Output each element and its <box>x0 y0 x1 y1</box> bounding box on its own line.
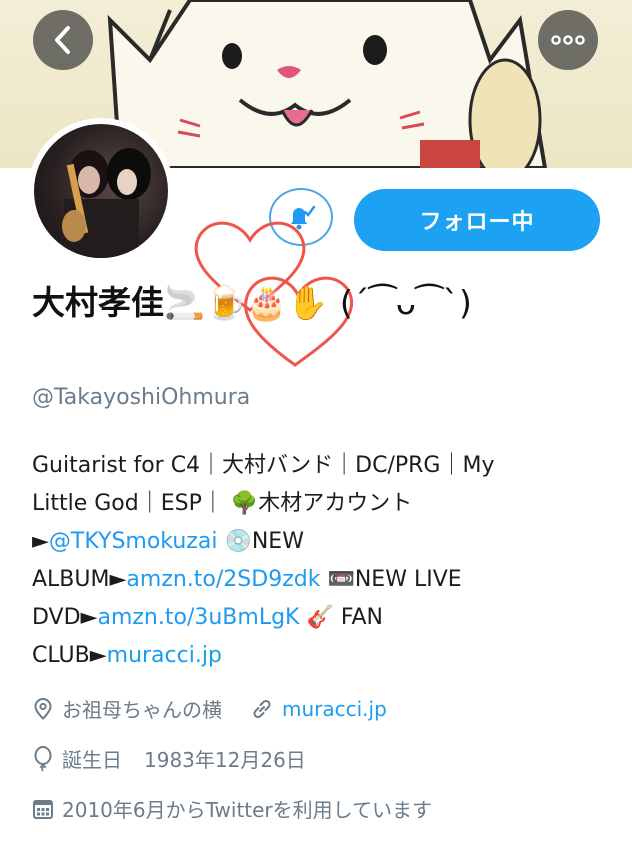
website-link[interactable]: muracci.jp <box>282 697 387 721</box>
balloon-icon <box>34 745 52 772</box>
birthday-value: 1983年12月26日 <box>144 748 306 772</box>
avatar-photo <box>34 124 168 258</box>
bio-line: ►@TKYSmokuzai 💿NEW <box>32 529 304 554</box>
display-name: 大村孝佳🚬🍺🎂✋ (´⁀ᴗ⁀`) <box>32 278 602 328</box>
link-icon <box>253 699 271 718</box>
bio-line: Little God｜ESP｜ 🌳木材アカウント <box>32 491 413 516</box>
location-pin-icon <box>34 697 52 720</box>
calendar-icon <box>33 799 53 819</box>
bio-line: Guitarist for C4｜大村バンド｜DC/PRG｜My <box>32 453 495 478</box>
more-horizontal-icon <box>551 35 585 45</box>
back-button[interactable] <box>33 10 93 70</box>
bio-link-fanclub[interactable]: muracci.jp <box>107 643 222 668</box>
joined-row: 2010年6月からTwitterを利用しています <box>32 794 432 823</box>
display-name-text: 大村孝佳 <box>32 283 164 322</box>
user-handle: @TakayoshiOhmura <box>32 385 251 410</box>
avatar[interactable] <box>28 118 174 264</box>
bio-link-dvd[interactable]: amzn.to/3uBmLgK <box>97 605 299 630</box>
following-button[interactable]: フォロー中 <box>354 189 600 251</box>
location-row: お祖母ちゃんの横 muracci.jp <box>32 694 387 723</box>
bio-link-album[interactable]: amzn.to/2SD9zdk <box>126 567 320 592</box>
bio-line: DVD►amzn.to/3uBmLgK 🎸 FAN <box>32 605 384 630</box>
chevron-left-icon <box>55 26 70 54</box>
bio-link-mokuzai[interactable]: @TKYSmokuzai <box>49 529 218 554</box>
birthday-label: 誕生日 <box>62 748 122 772</box>
bio: Guitarist for C4｜大村バンド｜DC/PRG｜My Little … <box>32 447 602 675</box>
display-name-emoji: 🚬🍺🎂✋ <box>164 283 329 322</box>
birthday-row: 誕生日 1983年12月26日 <box>32 744 306 773</box>
joined-text: 2010年6月からTwitterを利用しています <box>62 798 433 822</box>
more-button[interactable] <box>538 10 598 70</box>
display-name-face: (´⁀ᴗ⁀`) <box>339 283 472 322</box>
location-text: お祖母ちゃんの横 <box>62 698 222 722</box>
bio-line: CLUB►muracci.jp <box>32 643 222 668</box>
bio-line: ALBUM►amzn.to/2SD9zdk 📼NEW LIVE <box>32 567 462 592</box>
